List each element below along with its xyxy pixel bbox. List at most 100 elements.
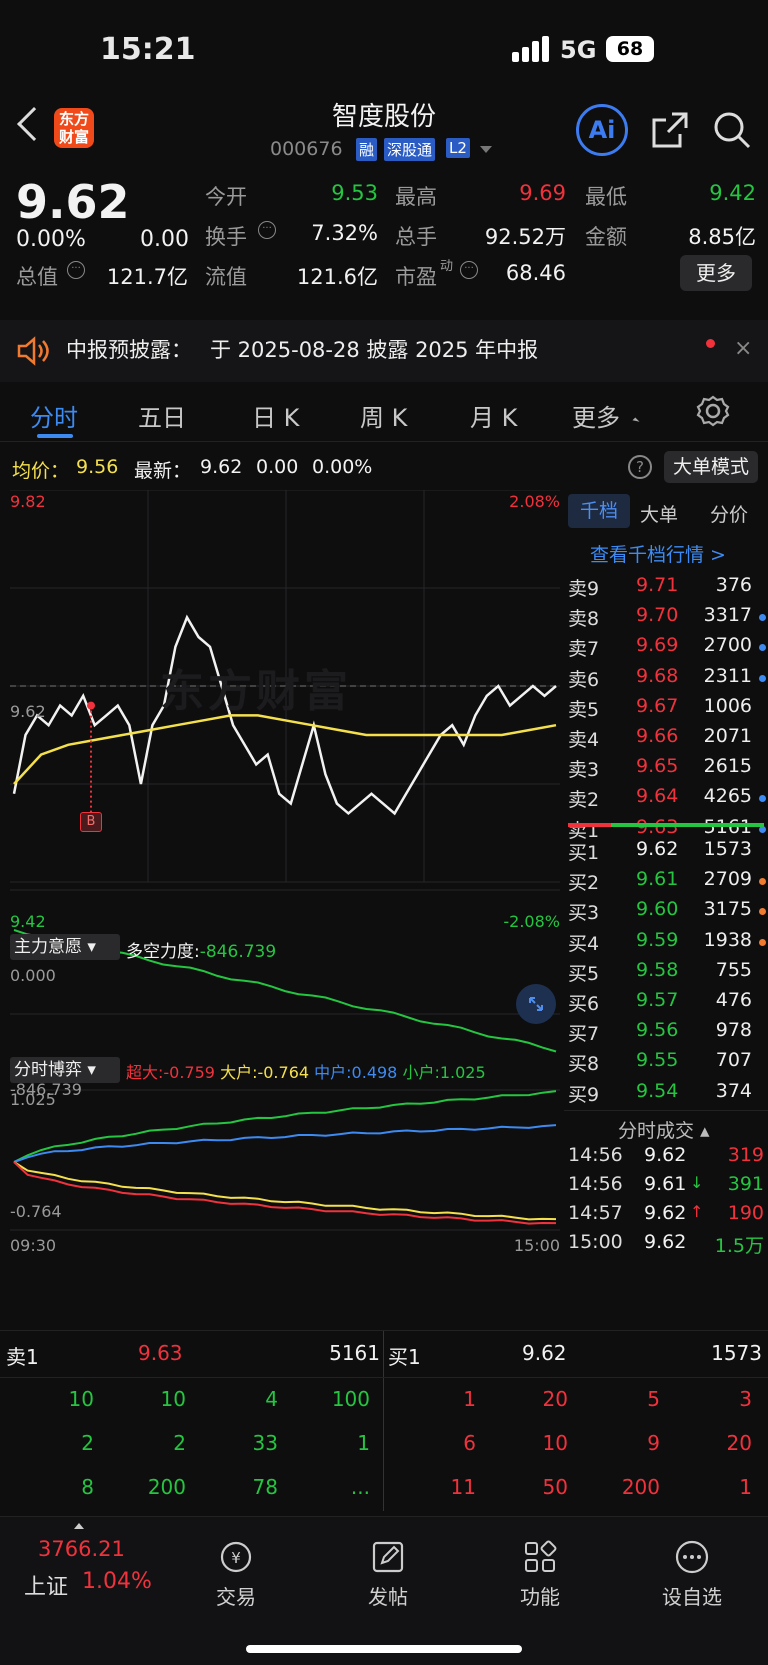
order-dot [759,795,766,803]
queue-order: 11 [450,1475,476,1499]
ask-row[interactable]: 卖9 9.71 376 [564,570,768,602]
ask1-label: 卖1 [6,1345,39,1369]
latest-pct: 0.00% [312,456,373,478]
open-value: 9.53 [331,181,378,205]
nav-post[interactable]: 发帖 [338,1539,438,1610]
search-icon[interactable] [712,110,752,150]
bid-row[interactable]: 买3 9.60 3175 [564,894,768,926]
indicator2-medium-line [13,1124,557,1163]
level-price: 9.55 [636,1049,679,1072]
tab-monthly-k[interactable]: 月 K [470,398,517,433]
indicator2-selector[interactable]: 分时博弈 ▾ [10,1057,120,1083]
volume-label: 总手 [395,225,437,249]
level-label: 买9 [568,1083,600,1106]
high-value: 9.69 [519,181,566,205]
bid-row[interactable]: 买1 9.62 1573 [564,834,768,866]
expand-icon[interactable] [516,984,556,1024]
divider [564,1110,768,1111]
tab-intraday[interactable]: 分时 [30,398,78,433]
level-price: 9.67 [636,694,679,717]
float-value: 121.6亿 [296,265,378,289]
queue-order: 10 [542,1431,568,1455]
tab-weekly-k[interactable]: 周 K [360,398,407,433]
tab-price-dist[interactable]: 分价 [710,500,748,527]
index-value[interactable]: 3766.21 [38,1537,125,1561]
avg-value: 9.56 [76,456,119,478]
bid-row[interactable]: 买2 9.61 2709 [564,864,768,896]
level-label: 买2 [568,872,600,895]
notice-bar[interactable]: 中报预披露： 于 2025-08-28 披露 2025 年中报 × [0,320,768,382]
bid-row[interactable]: 买4 9.59 1938 [564,925,768,957]
view-thousand-level-link[interactable]: 查看千档行情 > [590,540,726,567]
ask-row[interactable]: 卖4 9.66 2071 [564,721,768,753]
chart-area[interactable]: 9.82 2.08% 9.62 9.42 -2.08% 东方财富 B 主力意愿 … [0,489,564,1320]
speaker-icon [17,336,49,366]
ask1-price: 9.63 [138,1341,183,1365]
clock: 15:21 [100,32,196,67]
level-label: 卖6 [568,668,600,691]
help-icon[interactable]: ? [628,455,652,479]
tab-five-day[interactable]: 五日 [138,398,186,433]
edit-icon [372,1541,404,1573]
level-volume: 755 [715,958,752,981]
axis-top-price: 9.82 [10,492,46,511]
more-info-icon[interactable]: ··· [258,221,276,239]
ai-button[interactable]: Ai [576,104,628,156]
ask-row[interactable]: 卖7 9.69 2700 [564,630,768,662]
chevron-up-icon[interactable] [74,1523,84,1529]
trades-title[interactable]: 分时成交 ▴ [618,1116,710,1143]
more-info-icon[interactable]: ··· [67,261,85,279]
tab-thousand-level[interactable]: 千档 [568,494,630,528]
level-volume: 707 [715,1049,752,1072]
bid-row[interactable]: 买7 9.56 978 [564,1015,768,1047]
tab-big-order[interactable]: 大单 [640,500,678,527]
bid-row[interactable]: 买9 9.54 374 [564,1076,768,1108]
buy-marker[interactable]: B [80,812,102,832]
tab-daily-k[interactable]: 日 K [252,398,299,433]
notice-label: 中报预披露： [66,338,192,362]
share-icon[interactable] [650,110,690,150]
indicator1-selector[interactable]: 主力意愿 ▾ [10,934,120,960]
level-label: 卖7 [568,638,600,661]
chart-canvas [10,489,560,1231]
more-info-icon[interactable]: ··· [460,261,478,279]
ask-row[interactable]: 卖5 9.67 1006 [564,691,768,723]
indicator2-legend: 超大:-0.759 大户:-0.764 中户:0.498 小户:1.025 [126,1063,486,1082]
book-divider [568,823,764,827]
ask-row[interactable]: 卖8 9.70 3317 [564,600,768,632]
bid-row[interactable]: 买6 9.57 476 [564,985,768,1017]
open-label: 今开 [205,185,247,209]
tag-l2: L2 [446,138,470,158]
big-order-mode-button[interactable]: 大单模式 [664,451,758,483]
chevron-down-icon[interactable] [480,146,492,153]
more-button[interactable]: 更多 [680,255,752,291]
order-dot [759,908,766,916]
home-indicator [246,1645,522,1653]
queue-order: 5 [647,1387,660,1411]
level-label: 买8 [568,1053,600,1076]
bid-row[interactable]: 买8 9.55 707 [564,1045,768,1077]
order-book: 千档 大单 分价 查看千档行情 > 卖9 9.71 376 卖8 9.70 3317 卖7 9… [564,494,768,1324]
ask-row[interactable]: 卖2 9.64 4265 [564,781,768,813]
time-start: 09:30 [10,1236,57,1255]
gear-icon[interactable] [696,394,730,428]
volume-value: 92.52万 [484,225,566,249]
axis-bottom-price: 9.42 [10,912,46,931]
close-icon[interactable]: × [734,336,752,361]
nav-trade[interactable]: ¥ 交易 [186,1539,286,1610]
level-volume: 374 [715,1079,752,1102]
bid-row[interactable]: 买5 9.58 755 [564,955,768,987]
ask-row[interactable]: 卖3 9.65 2615 [564,751,768,783]
nav-functions[interactable]: 功能 [490,1539,590,1610]
ask-row[interactable]: 卖6 9.68 2311 [564,661,768,693]
tab-more[interactable]: 更多 [572,398,620,433]
nav-add-watchlist[interactable]: 设自选 [642,1539,742,1610]
stock-header: 东方 财富 智度股份 000676 融 深股通 L2 Ai [0,100,768,175]
level-price: 9.66 [636,725,679,747]
bid1-volume: 1573 [711,1341,762,1365]
bid1-label: 买1 [388,1345,421,1369]
last-price: 9.62 [16,175,130,229]
level-volume: 978 [715,1019,752,1042]
tab-indicator [37,434,73,438]
level-label: 买4 [568,932,600,955]
